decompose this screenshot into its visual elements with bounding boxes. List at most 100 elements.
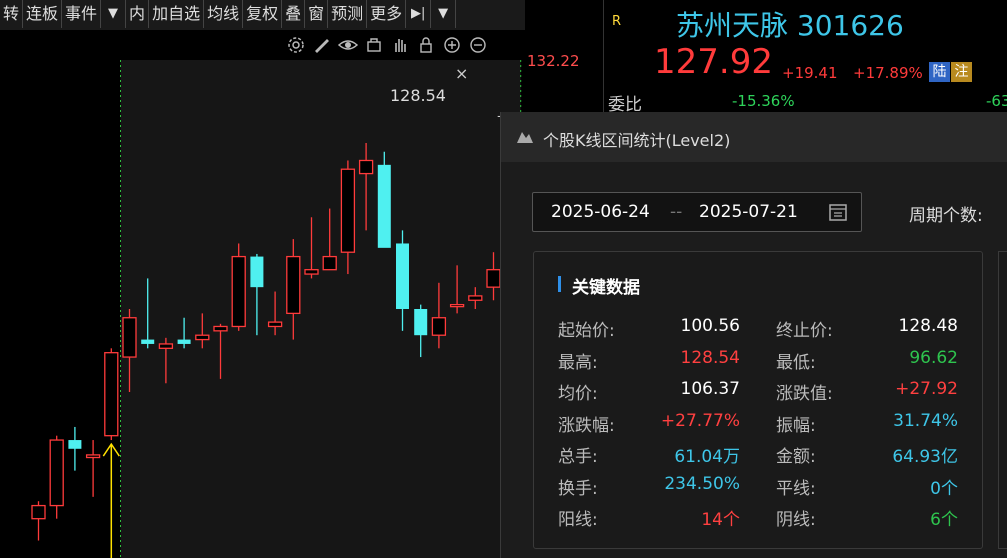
stat-label: 均价: bbox=[558, 384, 598, 404]
close-selection-icon[interactable]: × bbox=[455, 64, 468, 83]
pen-icon[interactable] bbox=[311, 34, 333, 56]
stat-label: 最高: bbox=[558, 352, 598, 373]
toolbar-btn-dropdown[interactable]: ▼ bbox=[101, 0, 127, 28]
stat-label: 换手: bbox=[558, 478, 598, 499]
stat-value: 6个 bbox=[930, 510, 958, 530]
stat-label: 最低: bbox=[776, 352, 816, 373]
candle-body bbox=[358, 159, 374, 175]
stat-label: 涨跌幅: bbox=[558, 415, 615, 436]
stock-price: 127.92 bbox=[654, 42, 773, 82]
key-data-row: 总手: 61.04万 金额: 64.93亿 bbox=[534, 442, 982, 473]
stat-label: 阴线: bbox=[776, 510, 816, 530]
key-data-row: 起始价: 100.56 终止价: 128.48 bbox=[534, 316, 982, 347]
candle-body bbox=[213, 325, 228, 332]
key-data-row: 阳线: 14个 阴线: 6个 bbox=[534, 505, 982, 536]
key-data-panel: 关键数据 起始价: 100.56 终止价: 128.48 最高: 128.54 最低: 96.… bbox=[533, 251, 983, 549]
candle-body bbox=[322, 255, 337, 271]
toolbar-btn-die[interactable]: 叠 bbox=[282, 0, 306, 28]
weibi-value: -15.36% bbox=[732, 92, 795, 110]
stat-label: 平线: bbox=[776, 478, 816, 499]
selection-region bbox=[120, 60, 521, 558]
badge-zhu: 注 bbox=[951, 62, 972, 82]
section-title: 关键数据 bbox=[572, 278, 640, 298]
candle-body bbox=[286, 255, 301, 315]
toolbar-btn-dropdown2[interactable]: ▼ bbox=[431, 0, 457, 28]
candlestick-chart[interactable] bbox=[0, 60, 525, 558]
candle-body bbox=[304, 269, 319, 275]
candle-body bbox=[486, 269, 501, 288]
toolbar-btn-gengduo[interactable]: 更多 bbox=[367, 0, 407, 28]
dialog-title: 个股K线区间统计(Level2) bbox=[543, 131, 731, 150]
eye-icon[interactable] bbox=[337, 34, 359, 56]
zoom-in-icon[interactable] bbox=[441, 34, 463, 56]
axis-price-label: 132.22 bbox=[527, 52, 580, 70]
settings-icon[interactable] bbox=[285, 34, 307, 56]
toolbar-btn-fuquan[interactable]: 复权 bbox=[243, 0, 283, 28]
candle-body bbox=[122, 317, 137, 358]
toolbar-btn-jump-end[interactable]: ▶| bbox=[406, 0, 432, 28]
candle-body bbox=[396, 243, 409, 309]
stat-value: 14个 bbox=[701, 510, 740, 530]
basket-icon[interactable] bbox=[363, 34, 385, 56]
high-marker-label: 128.54 bbox=[390, 86, 446, 105]
candle-body bbox=[340, 168, 356, 253]
toolbar-btn-lianban[interactable]: 连板 bbox=[23, 0, 63, 28]
quote-tag: R bbox=[612, 14, 622, 29]
key-data-row: 均价: 106.37 涨跌值: +27.92 bbox=[534, 379, 982, 410]
stat-label: 起始价: bbox=[558, 321, 615, 341]
candle-body bbox=[177, 339, 191, 344]
toolbar-btn-zhuan[interactable]: 转 bbox=[0, 0, 24, 28]
stat-value: 31.74% bbox=[893, 410, 958, 431]
quote-panel: R 苏州天脉 301626 127.92 +19.41 +17.89% 陆 注 … bbox=[603, 0, 1007, 115]
candle-body bbox=[104, 352, 119, 437]
stat-value: 0个 bbox=[930, 478, 958, 499]
date-start[interactable]: 2025-06-24 bbox=[551, 202, 650, 222]
stat-value: 96.62 bbox=[909, 347, 958, 368]
stat-label: 总手: bbox=[558, 447, 598, 467]
weibi-value-secondary: -63 bbox=[986, 92, 1007, 110]
stat-value: +27.92 bbox=[895, 379, 958, 399]
date-range-picker[interactable]: 2025-06-24 -- 2025-07-21 bbox=[532, 192, 862, 232]
candle-body bbox=[449, 303, 465, 308]
candle-body bbox=[414, 309, 428, 336]
stat-value: 61.04万 bbox=[674, 447, 740, 467]
toolbar-btn-chuang[interactable]: 窗 bbox=[305, 0, 329, 28]
candle-body bbox=[231, 255, 246, 328]
badge-lu: 陆 bbox=[929, 62, 950, 82]
candle-body bbox=[141, 339, 155, 344]
stat-value: +27.77% bbox=[660, 410, 740, 431]
chart-icon-row bbox=[285, 34, 489, 58]
stat-value: 128.48 bbox=[898, 316, 958, 336]
stat-value: 64.93亿 bbox=[892, 447, 958, 467]
candle-body bbox=[431, 317, 447, 336]
zoom-out-icon[interactable] bbox=[467, 34, 489, 56]
candle-body bbox=[468, 295, 483, 301]
toolbar-btn-nei[interactable]: 内 bbox=[126, 0, 150, 28]
stock-name-code: 苏州天脉 301626 bbox=[676, 9, 904, 42]
candle-body bbox=[49, 439, 64, 507]
candle-body bbox=[85, 454, 101, 459]
kline-stat-dialog: 个股K线区间统计(Level2) 2025-06-24 -- 2025-07-2… bbox=[500, 112, 1007, 558]
stat-value: 128.54 bbox=[680, 347, 740, 368]
candle-body bbox=[68, 440, 82, 449]
stat-label: 金额: bbox=[776, 447, 816, 467]
toolbar-btn-shijian[interactable]: 事件 bbox=[62, 0, 102, 28]
toolbar-btn-yuce[interactable]: 预测 bbox=[328, 0, 368, 28]
candle-body bbox=[195, 334, 210, 341]
candle-body bbox=[158, 343, 174, 349]
date-end[interactable]: 2025-07-21 bbox=[699, 202, 798, 222]
candle-body bbox=[31, 504, 46, 520]
stock-change: +19.41 bbox=[782, 64, 838, 82]
lock-icon[interactable] bbox=[415, 34, 437, 56]
stat-value: 100.56 bbox=[680, 316, 740, 336]
dialog-header[interactable]: 个股K线区间统计(Level2) bbox=[501, 112, 1007, 162]
hand-icon[interactable] bbox=[389, 34, 411, 56]
period-count-label: 周期个数: bbox=[909, 206, 983, 226]
stat-value: 234.50% bbox=[664, 473, 740, 494]
toolbar-btn-junxian[interactable]: 均线 bbox=[204, 0, 244, 28]
stock-change-pct: +17.89% bbox=[853, 64, 923, 82]
calendar-icon[interactable] bbox=[828, 202, 848, 222]
key-data-row: 最高: 128.54 最低: 96.62 bbox=[534, 348, 982, 379]
toolbar-btn-jiazixuan[interactable]: 加自选 bbox=[149, 0, 205, 28]
candle-body bbox=[250, 256, 264, 288]
